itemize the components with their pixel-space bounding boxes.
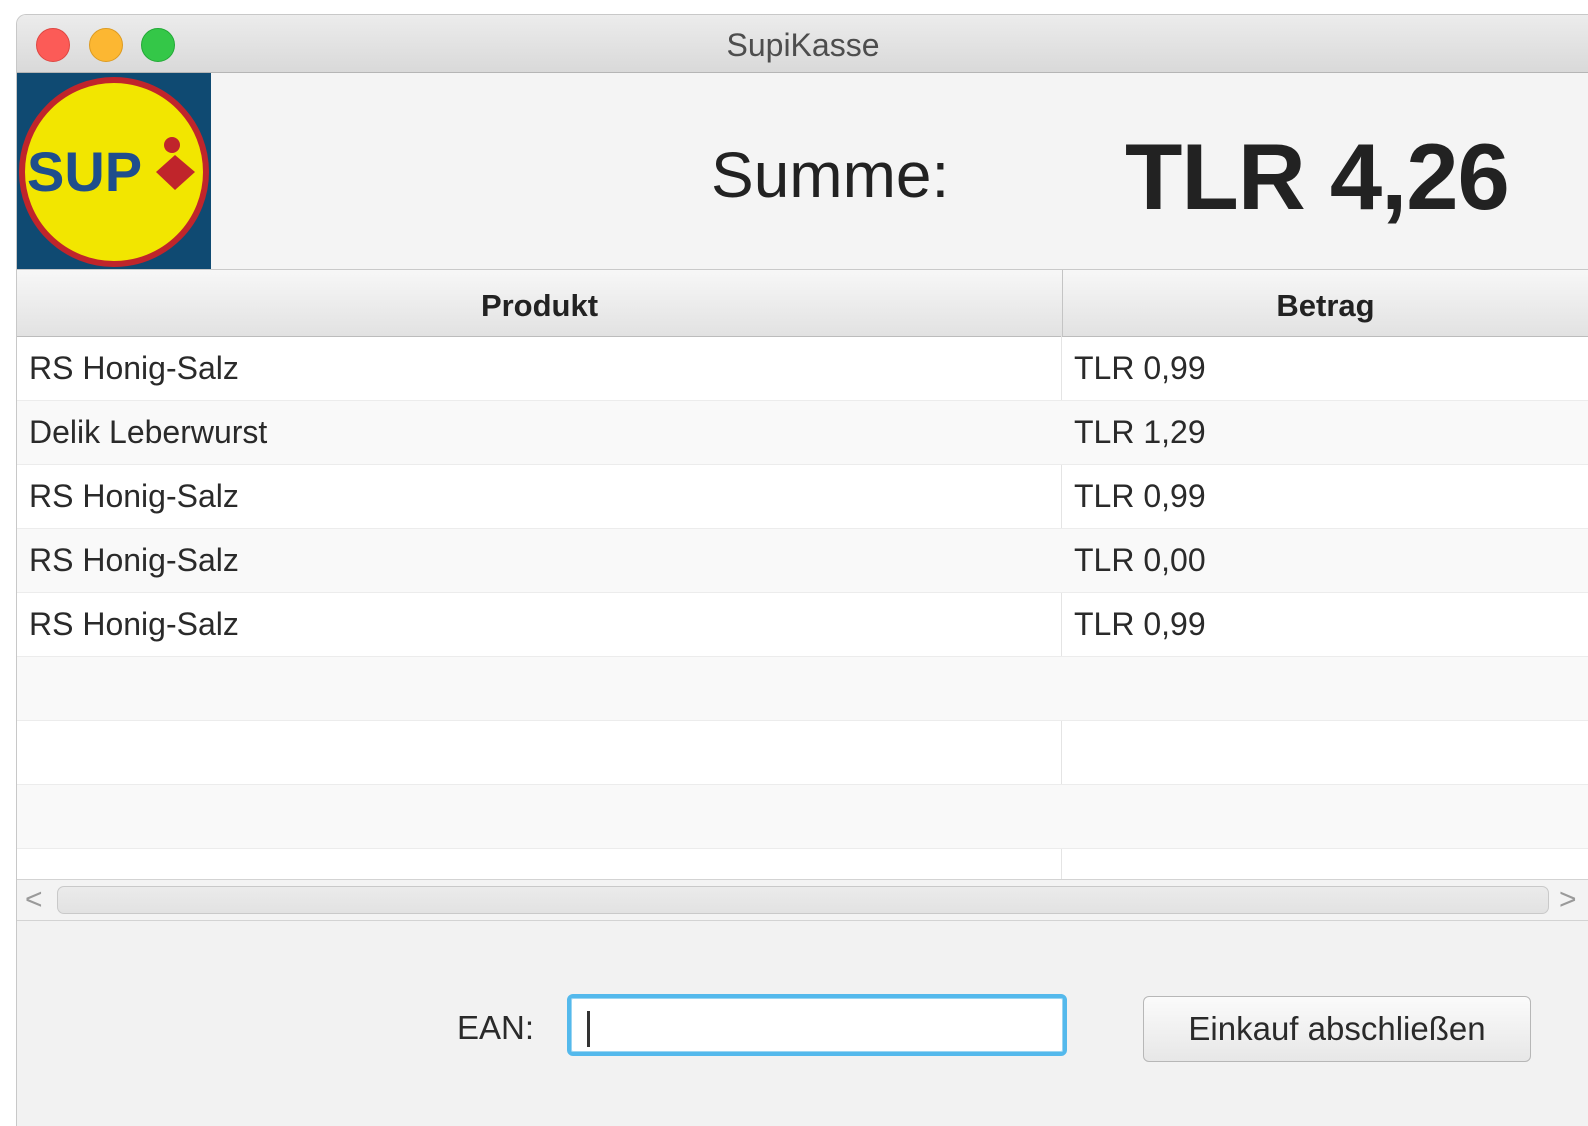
cell-betrag: TLR 0,00: [1074, 542, 1206, 578]
cell-produkt: RS Honig-Salz: [29, 606, 239, 642]
cell-produkt: [29, 721, 1049, 784]
ean-label: EAN:: [457, 1009, 535, 1046]
cell-produkt: [29, 657, 1049, 720]
app-window: SupiKasse SUP Summe: TLR 4,26 Produkt Be…: [16, 14, 1588, 1126]
cell-betrag: TLR 1,29: [1074, 414, 1206, 450]
scrollbar-thumb[interactable]: [57, 886, 1549, 914]
table-row[interactable]: RS Honig-Salz TLR 0,00: [17, 529, 1588, 593]
table-body: RS Honig-Salz TLR 0,99 Delik Leberwurst …: [17, 337, 1588, 913]
product-table: Produkt Betrag RS Honig-Salz TLR 0,99 De…: [17, 269, 1588, 913]
chevron-right-icon[interactable]: >: [1559, 883, 1577, 917]
cell-betrag: TLR 0,99: [1074, 606, 1206, 642]
cell-betrag: TLR 0,99: [1074, 478, 1206, 514]
table-row[interactable]: Delik Leberwurst TLR 1,29: [17, 401, 1588, 465]
cell-produkt: Delik Leberwurst: [29, 414, 268, 450]
sum-label: Summe:: [711, 139, 950, 211]
horizontal-scrollbar[interactable]: < >: [17, 879, 1588, 921]
cell-betrag: [1074, 657, 1574, 720]
cell-produkt: RS Honig-Salz: [29, 478, 239, 514]
logo-text: SUP: [27, 140, 142, 203]
cell-betrag: [1074, 785, 1574, 848]
cell-betrag: TLR 0,99: [1074, 350, 1206, 386]
store-logo: SUP: [17, 73, 211, 269]
chevron-left-icon[interactable]: <: [25, 883, 43, 917]
table-header: Produkt Betrag: [17, 270, 1588, 337]
cell-betrag: [1074, 721, 1574, 784]
cell-produkt: RS Honig-Salz: [29, 350, 239, 386]
finish-purchase-button[interactable]: Einkauf abschließen: [1143, 996, 1531, 1062]
ean-input[interactable]: [567, 994, 1067, 1056]
table-row[interactable]: [17, 785, 1588, 849]
table-row[interactable]: RS Honig-Salz TLR 0,99: [17, 337, 1588, 401]
cell-produkt: RS Honig-Salz: [29, 542, 239, 578]
column-header-produkt[interactable]: Produkt: [17, 270, 1063, 336]
title-bar[interactable]: SupiKasse: [17, 15, 1588, 73]
table-row[interactable]: [17, 657, 1588, 721]
sum-header: SUP Summe: TLR 4,26: [17, 73, 1588, 269]
column-header-betrag[interactable]: Betrag: [1062, 270, 1588, 336]
input-panel: EAN: Einkauf abschließen: [17, 921, 1588, 1126]
cell-produkt: [29, 785, 1049, 848]
text-caret: [587, 1011, 590, 1047]
table-row[interactable]: [17, 721, 1588, 785]
table-row[interactable]: RS Honig-Salz TLR 0,99: [17, 593, 1588, 657]
window-title: SupiKasse: [726, 27, 880, 63]
table-row[interactable]: RS Honig-Salz TLR 0,99: [17, 465, 1588, 529]
sum-value: TLR 4,26: [1125, 124, 1510, 229]
